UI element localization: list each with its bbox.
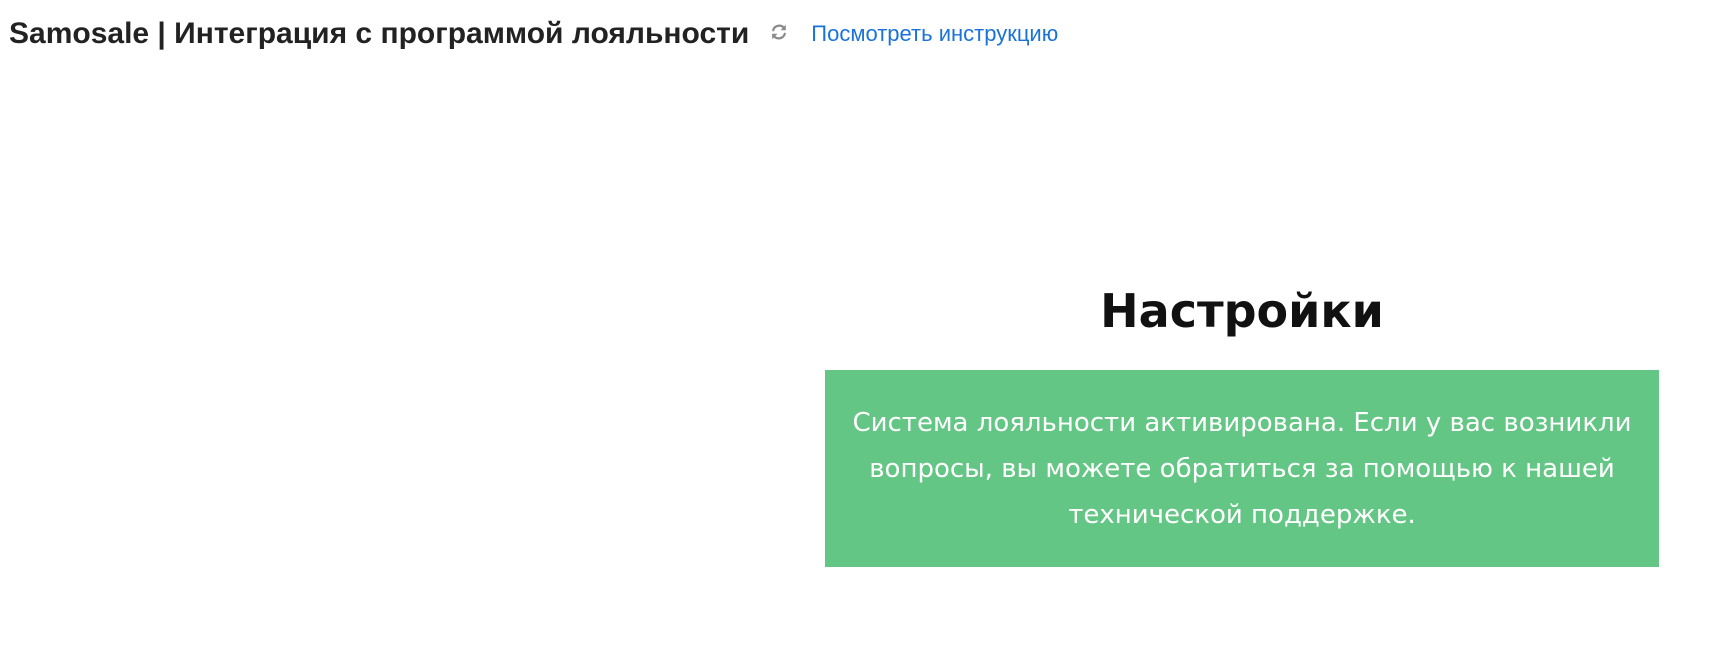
loyalty-status-banner: Система лояльности активирована. Если у … — [825, 370, 1659, 567]
app-header: Samosale | Интеграция с программой лояль… — [9, 14, 1058, 54]
settings-heading: Настройки — [1100, 284, 1384, 338]
settings-panel: Настройки Система лояльности активирован… — [825, 270, 1659, 567]
refresh-icon — [772, 24, 787, 40]
loyalty-status-message: Система лояльности активирована. Если у … — [852, 407, 1632, 530]
view-instructions-link[interactable]: Посмотреть инструкцию — [811, 21, 1058, 47]
page-title: Samosale | Интеграция с программой лояль… — [9, 17, 750, 50]
refresh-button[interactable] — [767, 20, 791, 44]
